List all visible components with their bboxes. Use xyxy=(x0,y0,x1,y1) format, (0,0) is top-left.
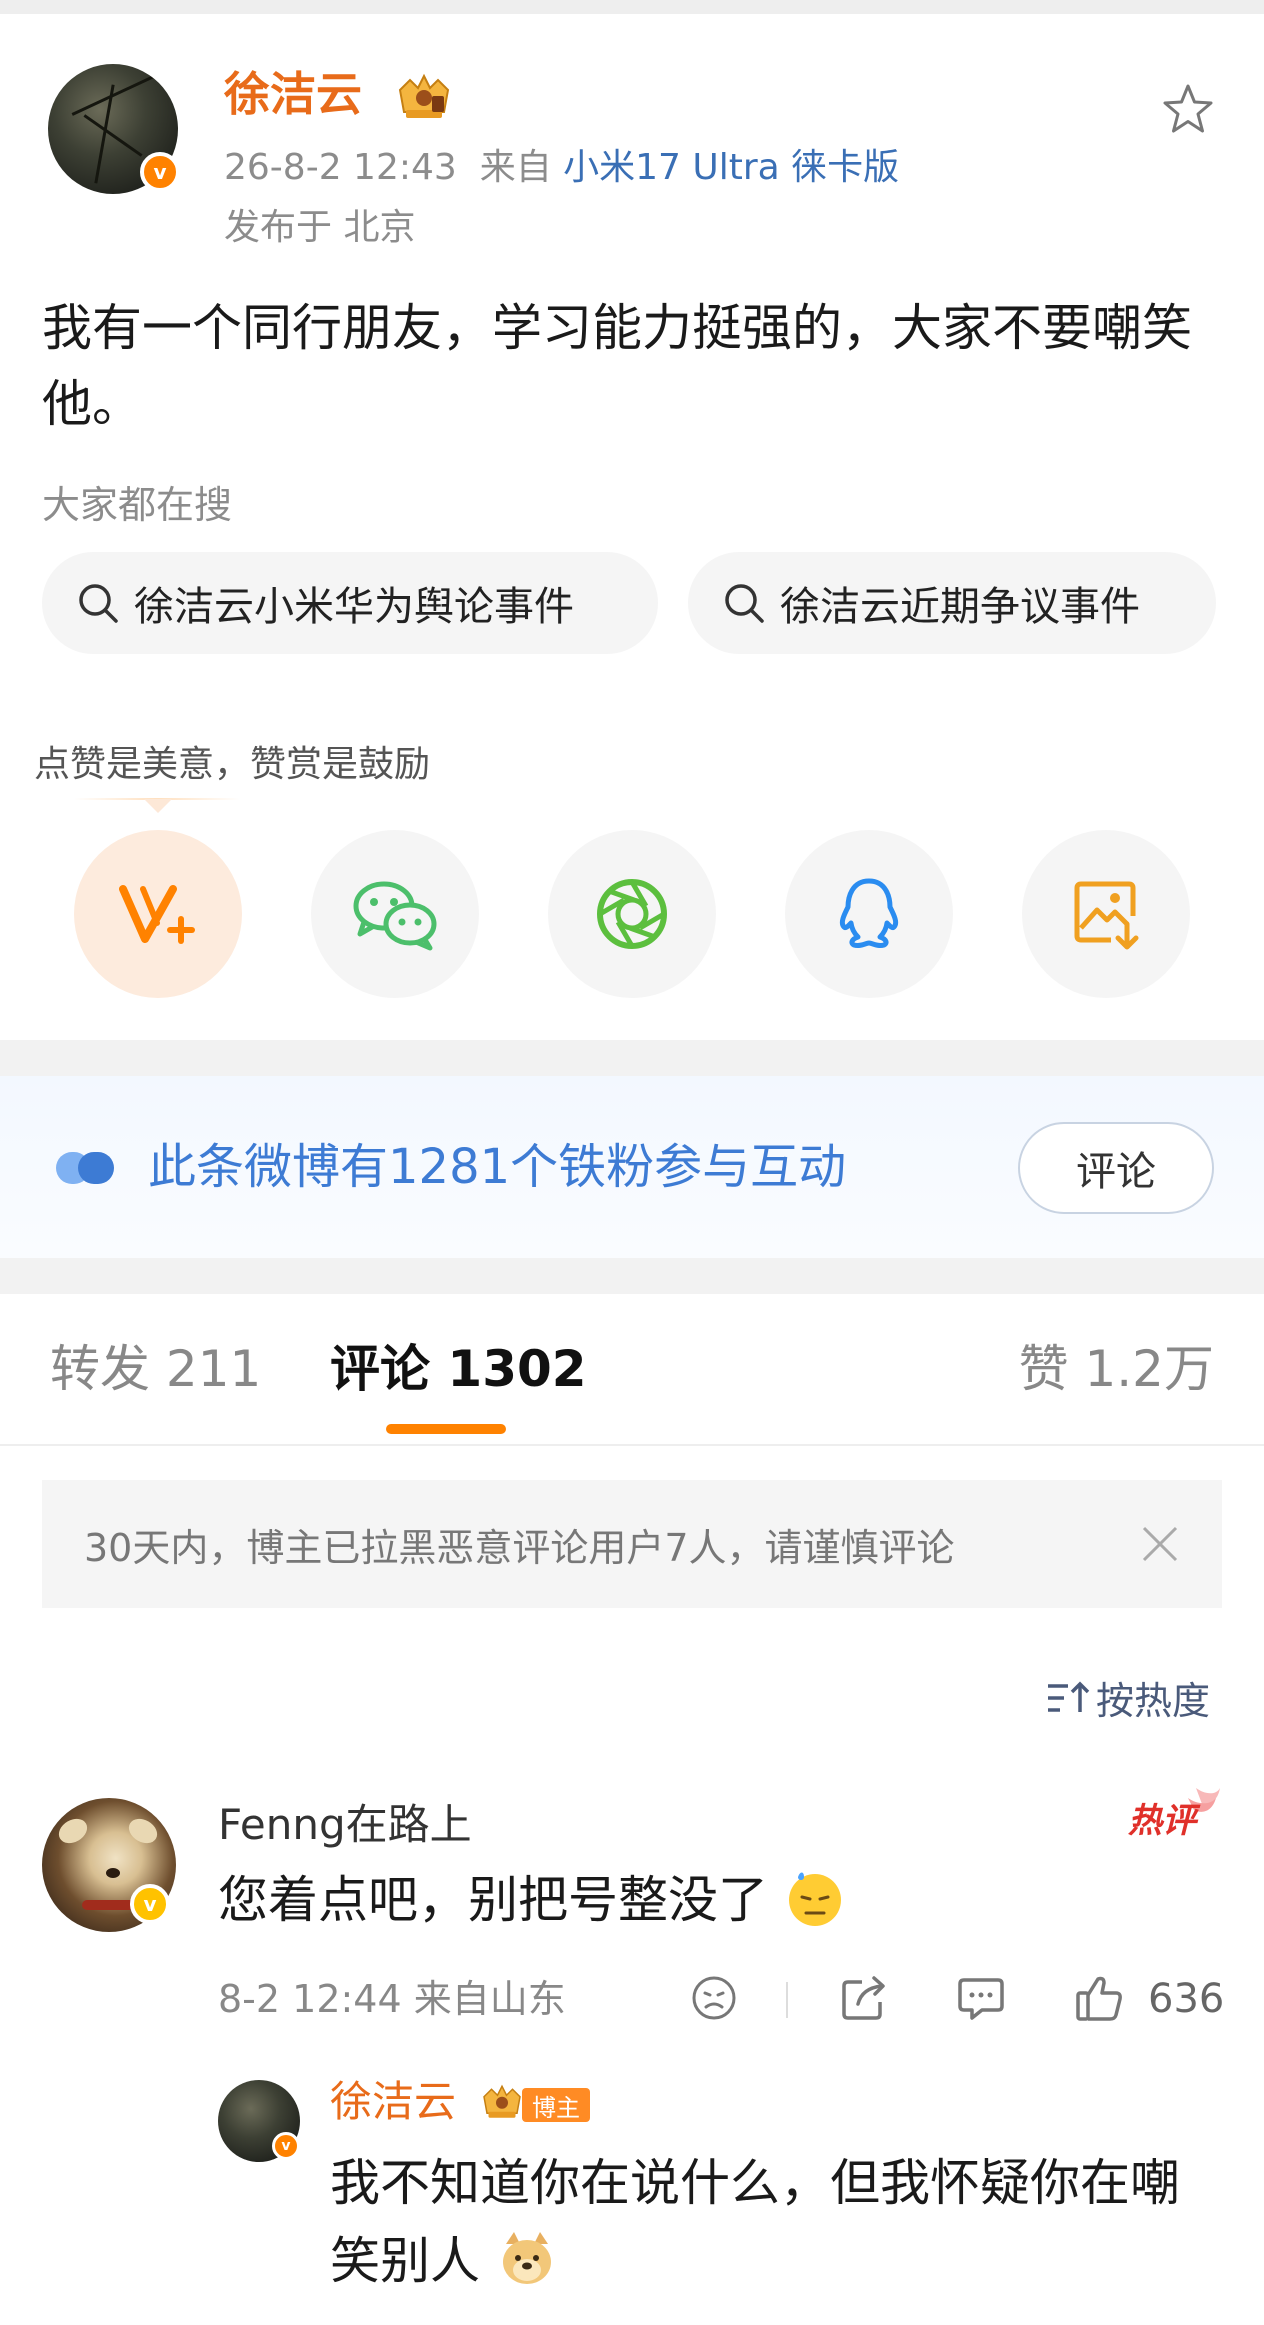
post-location: 发布于 北京 xyxy=(224,207,416,248)
like-count: 636 xyxy=(1148,1976,1225,2022)
device-link[interactable]: 小米17 Ultra 徕卡版 xyxy=(563,147,899,188)
trending-search-title: 大家都在搜 xyxy=(42,483,233,527)
qq-icon xyxy=(839,878,899,949)
tab-comment[interactable]: 评论 1302 xyxy=(330,1336,587,1402)
doge-emoji-icon xyxy=(502,2232,551,2284)
favorite-star-icon[interactable] xyxy=(1158,80,1218,140)
sort-by-hot-button[interactable]: 按热度 xyxy=(1044,1670,1210,1725)
dislike-face-icon xyxy=(692,1976,736,2020)
tab-divider xyxy=(0,1444,1264,1446)
vplus-icon xyxy=(119,885,195,944)
verified-badge-icon: v xyxy=(272,2132,300,2160)
search-chip[interactable]: 徐洁云近期争议事件 xyxy=(688,552,1216,654)
like-button[interactable] xyxy=(1074,1968,1124,2028)
post-time: 26-8-2 12:43 xyxy=(224,147,457,188)
reply-text-content: 我不知道你在说什么，但我怀疑你在嘲笑别人 xyxy=(330,2154,1180,2290)
search-chip-label: 徐洁云近期争议事件 xyxy=(780,584,1140,630)
verified-badge-icon: v xyxy=(140,152,180,192)
top-band xyxy=(0,0,1264,14)
post-meta: 26-8-2 12:43 来自 小米17 Ultra 徕卡版 xyxy=(224,144,899,192)
reply-author-name[interactable]: 徐洁云 xyxy=(330,2074,456,2130)
search-chip-label: 徐洁云小米华为舆论事件 xyxy=(134,584,574,630)
comment-text: 您着点吧，别把号整没了 xyxy=(218,1864,846,1936)
tab-like[interactable]: 赞 1.2万 xyxy=(1019,1336,1214,1402)
search-icon xyxy=(79,584,118,623)
verified-badge-icon: v xyxy=(130,1884,170,1924)
fans-icon xyxy=(56,1152,114,1184)
author-badge: 博主 xyxy=(522,2088,590,2122)
close-icon[interactable] xyxy=(1140,1524,1180,1564)
vplus-reward-button[interactable] xyxy=(74,830,242,998)
block-notice: 30天内，博主已拉黑恶意评论用户7人，请谨慎评论 xyxy=(42,1480,1222,1608)
wechat-icon xyxy=(353,881,437,951)
sweat-emoji-icon xyxy=(788,1872,841,1926)
fans-interaction-text: 此条微博有1281个铁粉参与互动 xyxy=(148,1139,847,1195)
dislike-button[interactable] xyxy=(690,1968,738,2028)
post-text: 我有一个同行朋友，学习能力挺强的，大家不要嘲笑他。 xyxy=(42,299,1192,433)
share-icon xyxy=(842,1976,885,2020)
search-chip[interactable]: 徐洁云小米华为舆论事件 xyxy=(42,552,658,654)
comment-text-content: 您着点吧，别把号整没了 xyxy=(218,1871,768,1929)
search-icon xyxy=(725,584,764,623)
tip-caret xyxy=(144,799,172,813)
commenter-name[interactable]: Fenng在路上 xyxy=(218,1798,472,1852)
hot-comment-tag: 热评 xyxy=(1128,1788,1220,1841)
save-image-button[interactable] xyxy=(1022,830,1190,998)
comment-share-button[interactable] xyxy=(840,1968,888,2028)
source-prefix: 来自 xyxy=(479,147,552,188)
sort-icon xyxy=(1048,1681,1090,1712)
tab-repost[interactable]: 转发 211 xyxy=(50,1336,261,1402)
section-gap xyxy=(0,1258,1264,1294)
reward-tip: 点赞是美意，赞赏是鼓励 xyxy=(34,744,431,785)
thumbs-up-icon xyxy=(1076,1976,1122,2021)
share-wechat-button[interactable] xyxy=(311,830,479,998)
crown-badge-icon xyxy=(398,73,450,118)
action-separator xyxy=(786,1982,788,2018)
save-image-icon xyxy=(1074,881,1139,950)
moments-icon xyxy=(597,879,667,949)
reply-button[interactable] xyxy=(956,1968,1006,2028)
section-gap xyxy=(0,1040,1264,1076)
fans-comment-button[interactable]: 评论 xyxy=(1018,1122,1214,1214)
comment-bubble-icon xyxy=(958,1978,1004,2020)
comment-meta: 8-2 12:44 来自山东 xyxy=(218,1977,566,2021)
hot-comment-label: 热评 xyxy=(1128,1801,1201,1841)
share-moments-button[interactable] xyxy=(548,830,716,998)
sort-label: 按热度 xyxy=(1096,1679,1211,1723)
crown-badge-icon xyxy=(483,2084,521,2118)
block-notice-text: 30天内，博主已拉黑恶意评论用户7人，请谨慎评论 xyxy=(84,1525,955,1570)
active-tab-indicator xyxy=(386,1424,506,1434)
share-qq-button[interactable] xyxy=(785,830,953,998)
author-name[interactable]: 徐洁云 xyxy=(224,66,362,122)
reply-text: 我不知道你在说什么，但我怀疑你在嘲笑别人 xyxy=(330,2144,1210,2300)
